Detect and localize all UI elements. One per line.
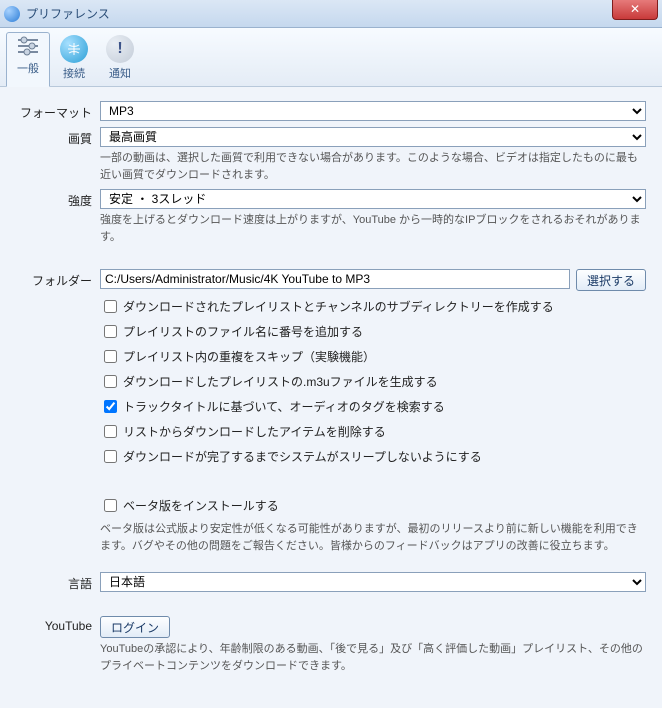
check-skipdup-label: プレイリスト内の重複をスキップ（実験機能） xyxy=(123,348,375,365)
quality-hint: 一部の動画は、選択した画質で利用できない場合があります。このような場合、ビデオは… xyxy=(100,150,646,183)
check-remove-label: リストからダウンロードしたアイテムを削除する xyxy=(123,423,386,440)
beta-hint: ベータ版は公式版より安定性が低くなる可能性がありますが、最初のリリースより前に新… xyxy=(100,521,646,554)
language-select[interactable]: 日本語 xyxy=(100,572,646,592)
youtube-label: YouTube xyxy=(16,616,100,633)
check-number[interactable]: プレイリストのファイル名に番号を追加する xyxy=(100,322,646,341)
check-beta-label: ベータ版をインストールする xyxy=(123,497,279,514)
window-title: プリファレンス xyxy=(26,5,110,22)
check-beta-box[interactable] xyxy=(104,499,117,512)
youtube-login-button[interactable]: ログイン xyxy=(100,616,170,638)
app-icon xyxy=(4,6,20,22)
tab-toolbar: 一般 接続 ! 通知 xyxy=(0,28,662,87)
globe-icon xyxy=(60,35,88,63)
check-m3u-label: ダウンロードしたプレイリストの.m3uファイルを生成する xyxy=(123,373,438,390)
folder-label: フォルダー xyxy=(16,269,100,289)
format-select[interactable]: MP3 xyxy=(100,101,646,121)
check-subdir-label: ダウンロードされたプレイリストとチャンネルのサブディレクトリーを作成する xyxy=(123,298,554,315)
check-nosleep-box[interactable] xyxy=(104,450,117,463)
tab-notifications[interactable]: ! 通知 xyxy=(98,32,142,86)
check-beta[interactable]: ベータ版をインストールする xyxy=(100,496,646,515)
quality-label: 画質 xyxy=(16,127,100,147)
tab-notifications-label: 通知 xyxy=(99,65,141,81)
intensity-hint: 強度を上げるとダウンロード速度は上がりますが、YouTube から一時的なIPブ… xyxy=(100,212,646,245)
titlebar: プリファレンス ✕ xyxy=(0,0,662,28)
check-skipdup[interactable]: プレイリスト内の重複をスキップ（実験機能） xyxy=(100,347,646,366)
check-number-box[interactable] xyxy=(104,325,117,338)
check-nosleep-label: ダウンロードが完了するまでシステムがスリープしないようにする xyxy=(123,448,482,465)
close-button[interactable]: ✕ xyxy=(612,0,658,20)
tab-connection-label: 接続 xyxy=(53,65,95,81)
folder-input[interactable] xyxy=(100,269,570,289)
check-nosleep[interactable]: ダウンロードが完了するまでシステムがスリープしないようにする xyxy=(100,447,646,466)
quality-select[interactable]: 最高画質 xyxy=(100,127,646,147)
check-skipdup-box[interactable] xyxy=(104,350,117,363)
check-m3u-box[interactable] xyxy=(104,375,117,388)
format-label: フォーマット xyxy=(16,101,100,121)
check-tags-label: トラックタイトルに基づいて、オーディオのタグを検索する xyxy=(123,398,445,415)
check-tags-box[interactable] xyxy=(104,400,117,413)
alert-icon: ! xyxy=(106,35,134,63)
check-subdir[interactable]: ダウンロードされたプレイリストとチャンネルのサブディレクトリーを作成する xyxy=(100,297,646,316)
check-remove[interactable]: リストからダウンロードしたアイテムを削除する xyxy=(100,422,646,441)
youtube-hint: YouTubeの承認により、年齢制限のある動画、「後で見る」及び「高く評価した動… xyxy=(100,641,646,674)
tab-connection[interactable]: 接続 xyxy=(52,32,96,86)
folder-select-button[interactable]: 選択する xyxy=(576,269,646,291)
check-number-label: プレイリストのファイル名に番号を追加する xyxy=(123,323,363,340)
content-panel: フォーマット MP3 画質 最高画質 一部の動画は、選択した画質で利用できない場… xyxy=(0,87,662,708)
check-m3u[interactable]: ダウンロードしたプレイリストの.m3uファイルを生成する xyxy=(100,372,646,391)
check-subdir-box[interactable] xyxy=(104,300,117,313)
tab-general-label: 一般 xyxy=(7,60,49,76)
intensity-label: 強度 xyxy=(16,189,100,209)
sliders-icon xyxy=(14,35,42,57)
check-remove-box[interactable] xyxy=(104,425,117,438)
check-tags[interactable]: トラックタイトルに基づいて、オーディオのタグを検索する xyxy=(100,397,646,416)
tab-general[interactable]: 一般 xyxy=(6,32,50,87)
intensity-select[interactable]: 安定 ・ 3スレッド xyxy=(100,189,646,209)
language-label: 言語 xyxy=(16,572,100,592)
